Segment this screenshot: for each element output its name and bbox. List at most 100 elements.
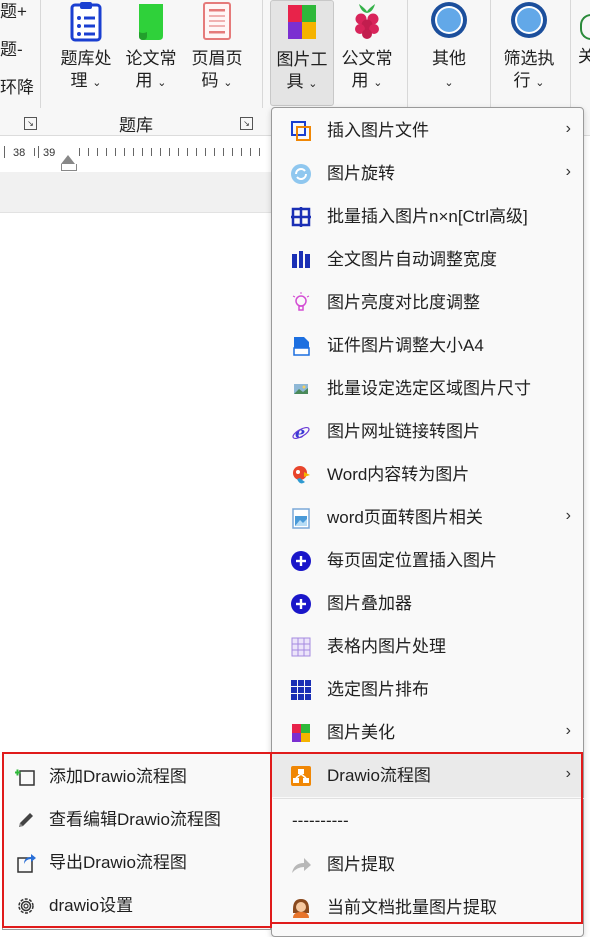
header-page-label-2: 码 — [201, 71, 219, 90]
chevron-down-icon: ⌄ — [223, 77, 233, 89]
menu-item-url-to-picture[interactable]: e 图片网址链接转图片 — [272, 410, 583, 453]
submenu-item-add-drawio[interactable]: 添加Drawio流程图 — [3, 755, 270, 798]
share-arrow-icon — [290, 854, 312, 876]
menu-item-label: 插入图片文件 — [327, 121, 429, 140]
header-page-label-1: 页眉页 — [191, 49, 243, 68]
partial-button[interactable]: 关 — [578, 46, 590, 68]
question-bank-label-1: 题库处 — [60, 49, 112, 68]
menu-item-label: Word内容转为图片 — [327, 465, 470, 484]
submenu-item-drawio-settings[interactable]: drawio设置 — [3, 884, 270, 927]
blue-circle-icon — [511, 2, 547, 38]
menu-item-label: 批量插入图片n×n[Ctrl高级] — [327, 207, 528, 226]
dialog-launcher-icon[interactable]: ↘ — [240, 117, 253, 130]
menu-item-dashes[interactable]: ---------- — [272, 799, 583, 842]
menu-item-label: 选定图片排布 — [327, 680, 429, 699]
partial-label: 关 — [578, 47, 590, 66]
question-bank-button[interactable]: 题库处 理 ⌄ — [55, 0, 117, 94]
header-page-number-button[interactable]: 页眉页 码 ⌄ — [186, 0, 248, 94]
chevron-down-icon: ⌄ — [157, 77, 167, 89]
official-doc-button[interactable]: 公文常 用 ⌄ — [336, 0, 398, 94]
menu-item-label: 图片美化 — [327, 723, 395, 742]
menu-item-label: 图片网址链接转图片 — [327, 422, 480, 441]
menu-item-table-picture[interactable]: 表格内图片处理 — [272, 625, 583, 668]
blue-circle-icon — [431, 2, 467, 38]
menu-item-insert-picture-file[interactable]: 插入图片文件 › — [272, 109, 583, 152]
submenu-arrow-icon: › — [565, 722, 571, 739]
colorful-squares-icon — [290, 722, 312, 744]
menu-item-batch-extract[interactable]: 当前文档批量图片提取 — [272, 886, 583, 929]
ribbon-fragment-3[interactable]: 环降 — [0, 78, 34, 98]
thesis-common-label-2: 用 — [135, 71, 153, 90]
submenu-arrow-icon: › — [565, 507, 571, 524]
menu-item-extract-picture[interactable]: 图片提取 — [272, 843, 583, 886]
page-header-icon — [203, 2, 231, 40]
menu-item-label: 图片提取 — [327, 855, 395, 874]
ribbon-fragment-1[interactable]: 题+ — [0, 2, 27, 22]
picture-tools-label-2: 具 — [286, 72, 304, 91]
ruler-band — [0, 172, 272, 213]
chevron-down-icon: ⌄ — [444, 77, 454, 89]
chevron-down-icon: ⌄ — [535, 77, 545, 89]
menu-item-drawio[interactable]: Drawio流程图 › — [272, 754, 583, 797]
menu-item-label: 全文图片自动调整宽度 — [327, 250, 497, 269]
menu-item-label: 图片亮度对比度调整 — [327, 293, 480, 312]
lightbulb-icon — [290, 292, 312, 314]
submenu-item-edit-drawio[interactable]: 查看编辑Drawio流程图 — [3, 798, 270, 841]
menu-item-label: 表格内图片处理 — [327, 637, 446, 656]
document-icon — [290, 335, 312, 357]
official-doc-label-2: 用 — [351, 71, 369, 90]
add-frame-icon — [15, 766, 37, 788]
menu-item-label: 批量设定选定区域图片尺寸 — [327, 379, 531, 398]
horizontal-ruler[interactable]: 38 39 — [0, 136, 272, 172]
picture-tools-button[interactable]: 图片工 具 ⌄ — [270, 0, 334, 106]
menu-item-picture-beautify[interactable]: 图片美化 › — [272, 711, 583, 754]
plus-circle-icon — [290, 593, 312, 615]
menu-item-label: 图片旋转 — [327, 164, 395, 183]
menu-item-id-photo-a4[interactable]: 证件图片调整大小A4 — [272, 324, 583, 367]
grid-insert-icon — [290, 206, 312, 228]
menu-item-picture-rotate[interactable]: 图片旋转 › — [272, 152, 583, 195]
question-bank-label-2: 理 — [70, 71, 88, 90]
submenu-item-export-drawio[interactable]: 导出Drawio流程图 — [3, 841, 270, 884]
other-button[interactable]: 其他 ⌄ — [418, 0, 480, 94]
menu-item-label: word页面转图片相关 — [327, 508, 483, 527]
menu-item-label: ---------- — [292, 811, 349, 830]
thesis-common-button[interactable]: 论文常 用 ⌄ — [120, 0, 182, 94]
filter-execute-label-2: 行 — [513, 71, 531, 90]
filter-execute-button[interactable]: 筛选执 行 ⌄ — [498, 0, 560, 94]
dialog-launcher-icon[interactable]: ↘ — [24, 117, 37, 130]
menu-item-label: 当前文档批量图片提取 — [327, 898, 497, 917]
menu-item-brightness-contrast[interactable]: 图片亮度对比度调整 — [272, 281, 583, 324]
indent-marker-base[interactable] — [61, 164, 77, 171]
menu-item-picture-overlay[interactable]: 图片叠加器 — [272, 582, 583, 625]
pencil-icon — [15, 809, 37, 831]
menu-item-label: 图片叠加器 — [327, 594, 412, 613]
chevron-down-icon: ⌄ — [373, 77, 383, 89]
menu-item-batch-insert-grid[interactable]: 批量插入图片n×n[Ctrl高级] — [272, 195, 583, 238]
menu-item-label: 每页固定位置插入图片 — [327, 551, 497, 570]
thesis-common-label-1: 论文常 — [125, 49, 177, 68]
person-icon — [290, 897, 312, 919]
submenu-item-label: 查看编辑Drawio流程图 — [49, 810, 221, 829]
gear-icon — [15, 895, 37, 917]
word-page-icon — [290, 507, 312, 529]
menu-item-fixed-position-insert[interactable]: 每页固定位置插入图片 — [272, 539, 583, 582]
menu-item-arrange-pictures[interactable]: 选定图片排布 — [272, 668, 583, 711]
menu-item-word-to-picture[interactable]: Word内容转为图片 — [272, 453, 583, 496]
menu-item-word-page-to-picture[interactable]: word页面转图片相关 › — [272, 496, 583, 539]
export-icon — [15, 852, 37, 874]
ribbon-fragment-2[interactable]: 题- — [0, 40, 23, 60]
raspberry-icon — [355, 4, 379, 39]
menu-item-auto-width[interactable]: 全文图片自动调整宽度 — [272, 238, 583, 281]
image-thumb-icon — [290, 378, 312, 400]
submenu-item-label: drawio设置 — [49, 896, 134, 915]
rotate-icon — [290, 163, 312, 185]
submenu-arrow-icon: › — [565, 120, 571, 137]
indent-marker-icon[interactable] — [61, 155, 75, 164]
submenu-item-label: 添加Drawio流程图 — [49, 767, 187, 786]
submenu-item-label: 导出Drawio流程图 — [49, 853, 187, 872]
drawio-submenu: 添加Drawio流程图 查看编辑Drawio流程图 导出Drawio流程图 dr… — [2, 752, 271, 930]
menu-item-batch-set-size[interactable]: 批量设定选定区域图片尺寸 — [272, 367, 583, 410]
ruler-label-39: 39 — [43, 147, 56, 159]
parrot-icon — [290, 464, 312, 486]
